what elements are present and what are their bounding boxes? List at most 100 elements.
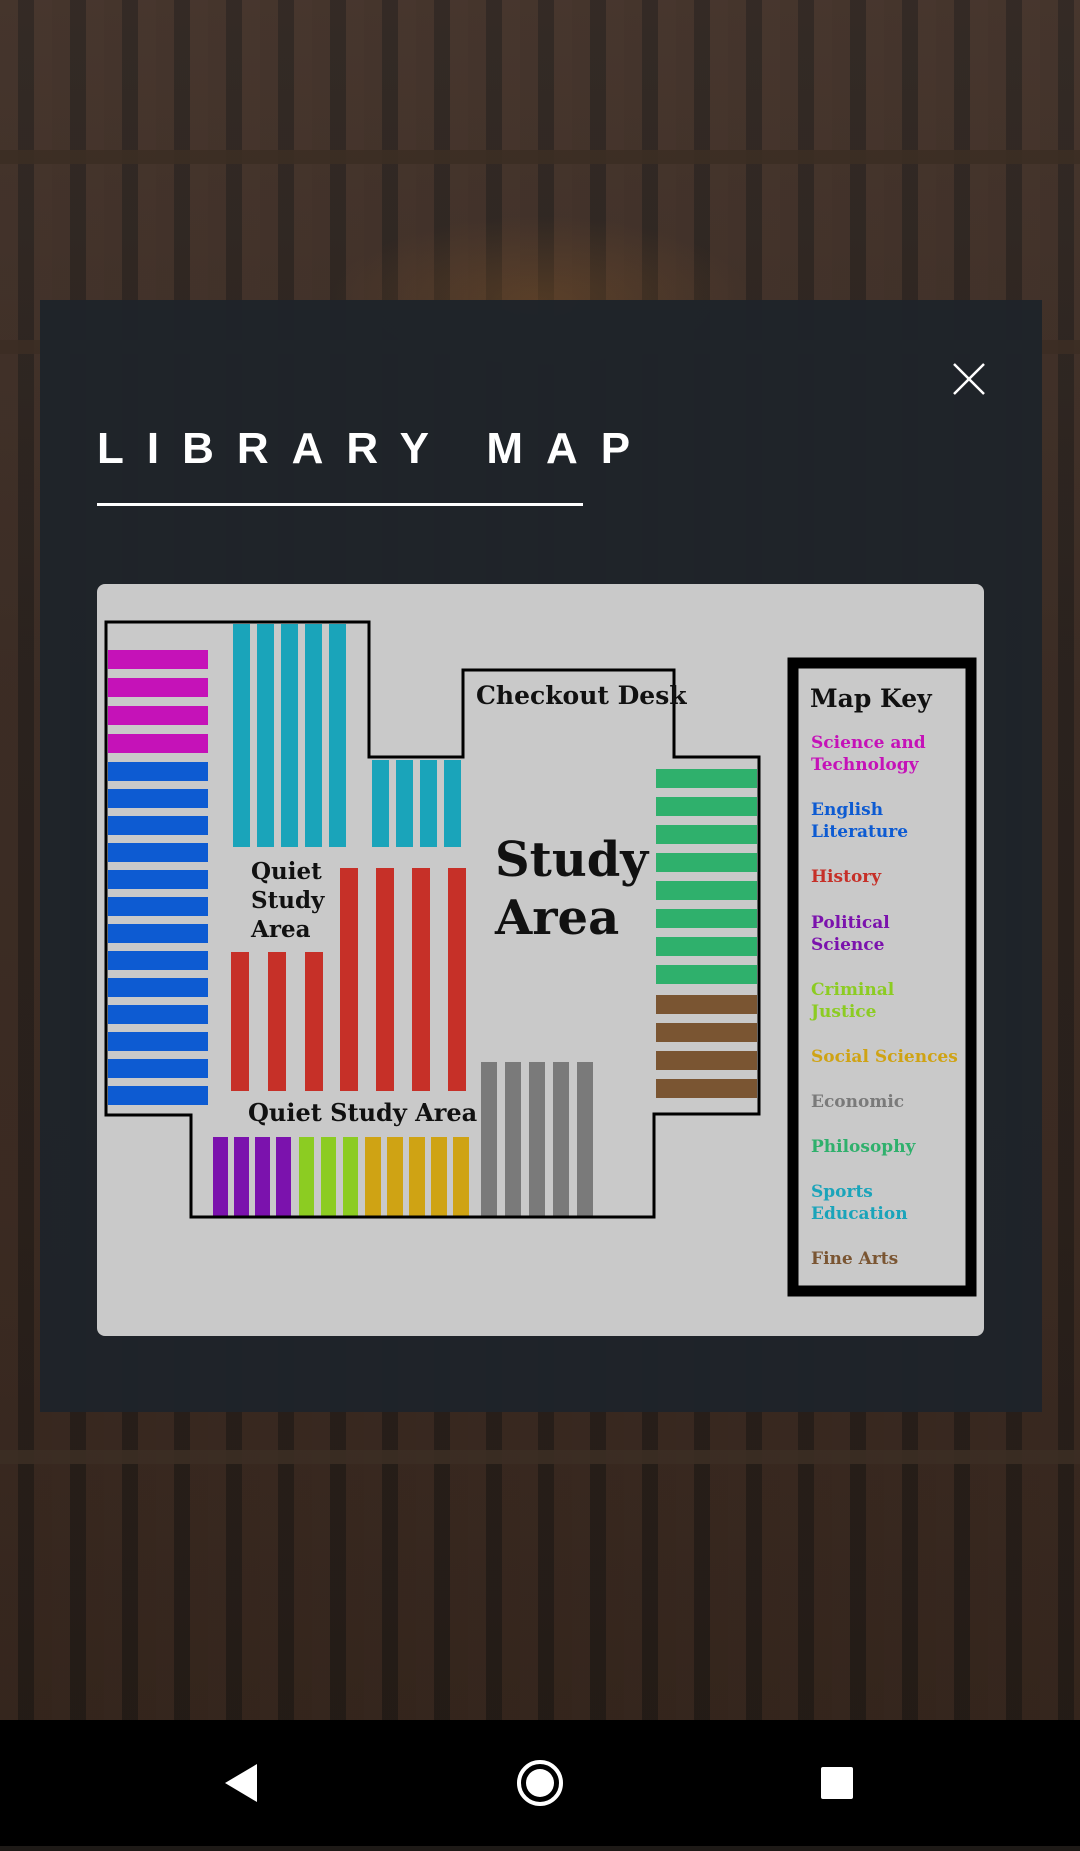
map-key-item: Justice <box>809 1002 877 1022</box>
map-key-item: Fine Arts <box>811 1249 898 1269</box>
bookshelf <box>656 995 757 1014</box>
bookshelf <box>305 624 322 847</box>
back-triangle-icon <box>225 1764 257 1802</box>
bookshelf <box>529 1062 545 1216</box>
bookshelf <box>268 952 286 1091</box>
close-icon <box>953 363 985 395</box>
map-key-item: Philosophy <box>811 1137 917 1157</box>
bookshelf <box>108 789 208 808</box>
bookshelf <box>108 816 208 835</box>
bookshelf <box>281 624 298 847</box>
bookshelf <box>108 897 208 916</box>
bookshelf <box>231 952 249 1091</box>
bookshelf <box>656 769 757 788</box>
quiet-study-label: Study <box>251 887 325 914</box>
floor-plan: Checkout Desk Study Area Quiet Study Are… <box>104 620 977 1297</box>
bookshelf <box>108 951 208 970</box>
bookshelf <box>340 868 358 1091</box>
bookshelf <box>108 734 208 753</box>
back-button[interactable] <box>180 1720 300 1846</box>
map-key-item: Political <box>811 913 890 933</box>
map-key-item: Education <box>811 1204 908 1224</box>
quiet-study-label: Area <box>250 916 311 943</box>
map-key-list: Science andTechnology EnglishLiterature Hi… <box>809 733 958 1269</box>
bookshelf <box>409 1137 425 1216</box>
bookshelf <box>108 978 208 997</box>
bookshelf <box>431 1137 447 1216</box>
bookshelf <box>656 797 757 816</box>
map-key-title: Map Key <box>810 684 933 713</box>
bookshelf <box>412 868 430 1091</box>
checkout-desk-label: Checkout Desk <box>476 681 687 710</box>
bookshelf <box>305 952 323 1091</box>
quiet-study-bottom-label: Quiet Study Area <box>248 1098 477 1127</box>
bookshelf <box>108 706 208 725</box>
bookshelf <box>343 1137 358 1216</box>
bookshelf <box>420 760 437 847</box>
bookshelf <box>396 760 413 847</box>
bookshelf <box>108 843 208 862</box>
bookshelf <box>255 1137 270 1216</box>
map-key-item: Economic <box>811 1092 904 1112</box>
map-key-item: Literature <box>811 822 908 842</box>
study-area-label: Area <box>494 890 619 946</box>
modal-title: LIBRARY MAP <box>97 424 654 473</box>
bookshelf <box>108 678 208 697</box>
map-key-item: Criminal <box>811 980 895 1000</box>
bookshelf <box>108 650 208 669</box>
bookshelf <box>213 1137 228 1216</box>
system-navigation-bar <box>0 1720 1080 1846</box>
bookshelf <box>108 924 208 943</box>
bookshelf <box>656 965 757 984</box>
map-key-item: English <box>811 800 883 820</box>
bookshelf <box>321 1137 336 1216</box>
library-map-image: Checkout Desk Study Area Quiet Study Are… <box>97 584 984 1336</box>
bookshelf <box>376 868 394 1091</box>
home-button[interactable] <box>480 1720 600 1846</box>
bookshelf <box>108 870 208 889</box>
bookshelf <box>108 1005 208 1024</box>
bookshelf <box>577 1062 593 1216</box>
bookshelf <box>656 825 757 844</box>
map-key-item: Science <box>811 935 885 955</box>
bookshelf <box>656 1079 757 1098</box>
bookshelf <box>444 760 461 847</box>
map-key-item: Science and <box>811 733 926 753</box>
quiet-study-label: Quiet <box>251 858 322 885</box>
bookshelf <box>299 1137 314 1216</box>
map-key-item: Social Sciences <box>811 1047 958 1067</box>
bookshelf <box>553 1062 569 1216</box>
shelf-line <box>0 150 1080 164</box>
bookshelf <box>656 853 757 872</box>
bookshelf <box>108 762 208 781</box>
bookshelf <box>108 1059 208 1078</box>
map-key-item: Sports <box>811 1182 873 1202</box>
study-area-label: Study <box>495 832 650 888</box>
bookshelf <box>233 624 250 847</box>
bookshelf <box>372 760 389 847</box>
bookshelf <box>365 1137 381 1216</box>
map-key-item: History <box>811 867 882 887</box>
title-underline <box>97 503 583 506</box>
bookshelf <box>505 1062 521 1216</box>
bookshelf <box>656 937 757 956</box>
bookshelf <box>329 624 346 847</box>
bookshelf <box>453 1137 469 1216</box>
recents-button[interactable] <box>777 1720 897 1846</box>
bookshelf <box>387 1137 403 1216</box>
bookshelf <box>276 1137 291 1216</box>
bookshelf <box>656 881 757 900</box>
bookshelf <box>234 1137 249 1216</box>
bookshelf <box>481 1062 497 1216</box>
bookshelf <box>108 1086 208 1105</box>
map-key-item: Technology <box>811 755 920 775</box>
bookshelf <box>108 1032 208 1051</box>
close-button[interactable] <box>942 352 994 404</box>
bookshelf <box>448 868 466 1091</box>
bookshelf <box>257 624 274 847</box>
shelves-layer <box>108 624 757 1216</box>
bookshelf <box>656 909 757 928</box>
home-circle-icon <box>517 1760 563 1806</box>
bookshelf <box>656 1051 757 1070</box>
recents-square-icon <box>821 1767 853 1799</box>
